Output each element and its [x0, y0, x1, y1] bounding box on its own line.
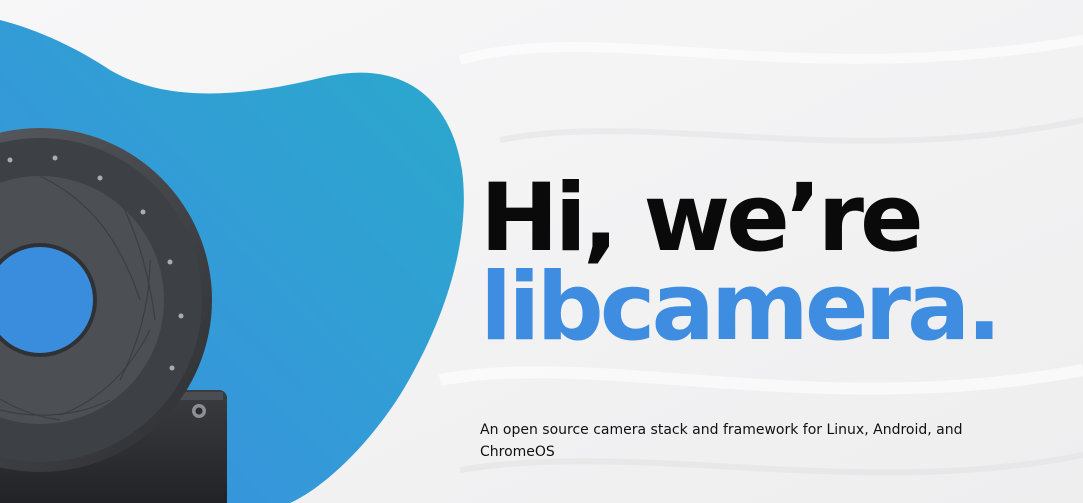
camera-lens-module-image: [0, 128, 227, 503]
hero-headline: Hi, we’re libcamera.: [480, 172, 1060, 356]
headline-greeting: Hi, we’re: [480, 164, 924, 273]
headline-brand: libcamera.: [480, 253, 1002, 362]
hero-tagline: An open source camera stack and framewor…: [480, 422, 963, 460]
